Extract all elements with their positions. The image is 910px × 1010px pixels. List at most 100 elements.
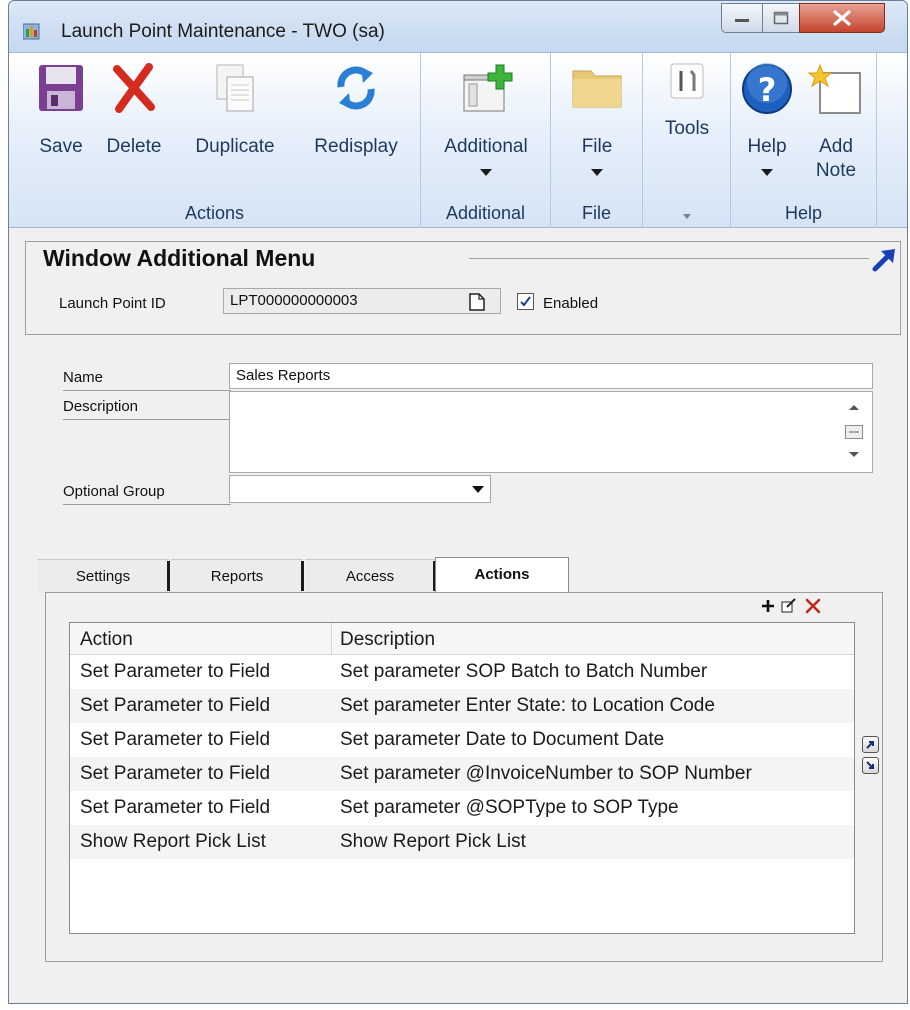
tab-separator	[167, 561, 170, 591]
chevron-down-icon	[682, 214, 691, 219]
table-row[interactable]: Set Parameter to Field Set parameter Dat…	[70, 723, 854, 757]
svg-text:?: ?	[758, 71, 777, 109]
duplicate-icon	[216, 64, 254, 112]
scroll-down-icon[interactable]	[848, 451, 860, 459]
tools-label: Tools	[664, 118, 710, 139]
additional-label-text: Additional	[444, 136, 528, 157]
actions-group-label: Actions	[184, 203, 245, 223]
add-note-label-line1: Add	[819, 136, 853, 157]
tab-actions[interactable]: Actions	[435, 557, 569, 594]
help-label-text: Help	[747, 136, 787, 157]
chevron-down-icon[interactable]	[471, 485, 485, 495]
launch-point-id-field[interactable]: LPT000000000003	[223, 288, 501, 314]
row-description-cell: Show Report Pick List	[340, 831, 526, 852]
table-row[interactable]: Set Parameter to Field Set parameter @SO…	[70, 791, 854, 825]
tools-group-launcher[interactable]	[643, 203, 730, 224]
help-label: Help	[735, 135, 799, 183]
table-row[interactable]: Set Parameter to Field Set parameter SOP…	[70, 655, 854, 689]
scroll-thumb[interactable]	[845, 425, 863, 439]
ribbon-group-help: ? Help Add Note Help	[731, 53, 877, 228]
actions-grid: Action Description Set Parameter to Fiel…	[69, 622, 855, 934]
add-icon[interactable]	[761, 599, 775, 613]
maximize-button[interactable]	[762, 3, 800, 33]
scroll-up-icon[interactable]	[848, 403, 860, 411]
arrow-down-icon	[866, 761, 874, 769]
additional-menu-icon	[463, 64, 513, 112]
checkmark-icon	[520, 296, 531, 307]
table-row[interactable]: Set Parameter to Field Set parameter @In…	[70, 757, 854, 791]
optional-group-select[interactable]	[229, 475, 491, 503]
expand-arrow-icon[interactable]	[871, 247, 897, 273]
edit-icon[interactable]	[781, 597, 797, 613]
dropdown-caret-icon	[591, 169, 603, 176]
table-row[interactable]: Show Report Pick List Show Report Pick L…	[70, 825, 854, 859]
page-title: Window Additional Menu	[39, 245, 320, 272]
maximize-icon	[773, 11, 789, 25]
table-row[interactable]: Set Parameter to Field Set parameter Ent…	[70, 689, 854, 723]
launch-point-id-label: Launch Point ID	[59, 295, 166, 312]
name-label: Name	[63, 369, 231, 391]
tools-icon	[670, 63, 704, 99]
ribbon: Save Delete Duplicate Redisplay Actions …	[9, 53, 907, 228]
minimize-icon	[735, 19, 749, 22]
row-action-cell: Set Parameter to Field	[80, 797, 271, 818]
add-note-label: Add Note	[803, 135, 869, 183]
move-up-button[interactable]	[862, 736, 879, 753]
file-group-label: File	[581, 203, 611, 223]
row-description-cell: Set parameter Date to Document Date	[340, 729, 665, 750]
window-title: Launch Point Maintenance - TWO (sa)	[61, 21, 385, 42]
redisplay-icon	[337, 66, 375, 110]
additional-label: Additional	[429, 135, 543, 183]
delete-label: Delete	[106, 136, 162, 157]
close-button[interactable]	[799, 3, 885, 33]
launch-point-window: Launch Point Maintenance - TWO (sa) Save	[8, 0, 908, 1004]
ribbon-group-actions: Save Delete Duplicate Redisplay Actions	[9, 53, 421, 228]
add-note-label-line2: Note	[815, 160, 857, 181]
row-action-cell: Set Parameter to Field	[80, 763, 271, 784]
help-group-label: Help	[784, 203, 823, 223]
tab-reports[interactable]: Reports	[171, 559, 303, 593]
optional-group-label: Optional Group	[63, 483, 231, 505]
duplicate-label: Duplicate	[195, 136, 275, 157]
file-label: File	[561, 135, 633, 183]
delete-row-icon[interactable]	[805, 598, 821, 614]
tab-settings[interactable]: Settings	[37, 559, 169, 593]
column-divider[interactable]	[331, 623, 332, 655]
delete-icon	[113, 63, 155, 113]
enabled-label: Enabled	[543, 295, 599, 312]
minimize-button[interactable]	[721, 3, 763, 33]
additional-group-label: Additional	[445, 203, 526, 223]
description-scrollbar[interactable]	[839, 393, 869, 471]
column-header-description[interactable]: Description	[340, 629, 435, 651]
folder-icon	[572, 70, 622, 108]
redisplay-label: Redisplay	[314, 136, 398, 157]
lookup-note-icon[interactable]	[469, 293, 485, 311]
file-label-text: File	[581, 136, 613, 157]
row-action-cell: Set Parameter to Field	[80, 695, 271, 716]
row-description-cell: Set parameter Enter State: to Location C…	[340, 695, 715, 716]
title-bar: Launch Point Maintenance - TWO (sa)	[9, 1, 907, 53]
tab-access[interactable]: Access	[305, 559, 435, 593]
header-divider	[469, 258, 869, 259]
enabled-checkbox[interactable]	[517, 293, 534, 310]
row-action-cell: Set Parameter to Field	[80, 661, 271, 682]
dropdown-caret-icon	[761, 169, 773, 176]
add-note-icon	[808, 63, 861, 114]
ribbon-group-additional: Additional Additional	[421, 53, 551, 228]
row-description-cell: Set parameter @InvoiceNumber to SOP Numb…	[340, 763, 752, 784]
name-field[interactable]: Sales Reports	[229, 363, 873, 389]
description-field[interactable]	[229, 391, 873, 473]
description-label: Description	[63, 398, 231, 420]
ribbon-group-tools: Tools	[643, 53, 731, 228]
arrow-up-icon	[866, 741, 874, 749]
grid-header: Action Description	[70, 623, 854, 655]
column-header-action[interactable]: Action	[80, 629, 133, 651]
app-icon	[23, 23, 40, 40]
save-label: Save	[39, 136, 83, 157]
help-icon: ?	[742, 63, 792, 114]
row-action-cell: Show Report Pick List	[80, 831, 266, 852]
move-down-button[interactable]	[862, 757, 879, 774]
row-action-cell: Set Parameter to Field	[80, 729, 271, 750]
close-icon	[833, 10, 851, 26]
ribbon-group-file: File File	[551, 53, 643, 228]
